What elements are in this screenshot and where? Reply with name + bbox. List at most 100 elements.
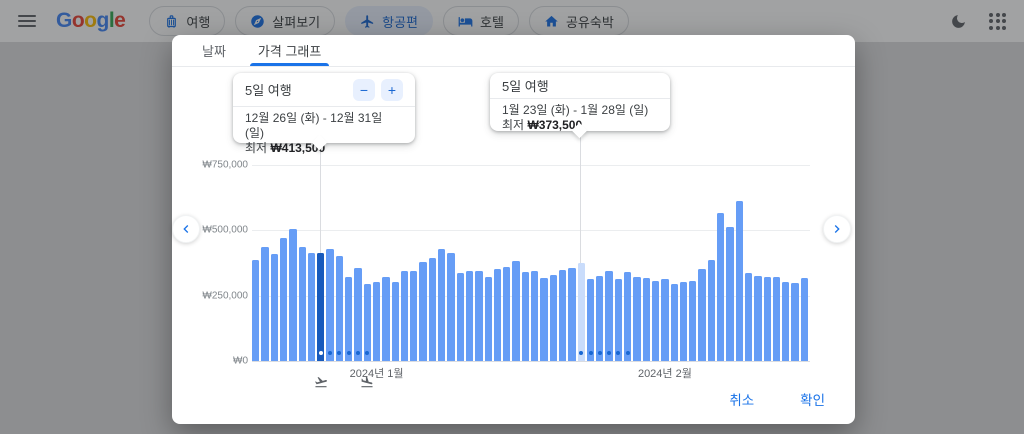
price-bar[interactable]: [289, 229, 296, 361]
price-bar[interactable]: [782, 282, 789, 361]
price-bar[interactable]: [791, 283, 798, 361]
trip-day-dot: [347, 351, 351, 355]
price-bar[interactable]: [345, 277, 352, 361]
trip-length-decrease-button[interactable]: −: [353, 79, 375, 101]
active-tab-underline: [250, 63, 329, 66]
tab-price-graph[interactable]: 가격 그래프: [256, 35, 323, 66]
price-bar[interactable]: [392, 282, 399, 361]
price-bar[interactable]: [764, 277, 771, 361]
price-bar[interactable]: [326, 249, 333, 361]
price-bar[interactable]: [280, 238, 287, 361]
price-chart-plot: [252, 165, 810, 361]
price-bar[interactable]: [559, 270, 566, 361]
price-bar[interactable]: [252, 260, 259, 361]
price-bar[interactable]: [457, 273, 464, 361]
price-bar[interactable]: [698, 269, 705, 362]
flight-landing-icon: [360, 375, 374, 389]
price-bar[interactable]: [419, 262, 426, 361]
price-bar[interactable]: [605, 271, 612, 361]
selected-trip-tooltip: 5일 여행 − + 12월 26일 (화) - 12월 31일 (일) 최저 ₩…: [233, 73, 415, 143]
price-bar[interactable]: [429, 258, 436, 361]
price-bar[interactable]: [336, 256, 343, 361]
x-axis-month-label: 2024년 1월: [350, 365, 404, 381]
price-bar[interactable]: [503, 267, 510, 361]
price-bar[interactable]: [354, 268, 361, 361]
price-bar[interactable]: [512, 261, 519, 361]
price-bar[interactable]: [624, 272, 631, 361]
chart-prev-button[interactable]: [172, 215, 200, 243]
price-bar[interactable]: [568, 268, 575, 361]
price-bar[interactable]: [382, 277, 389, 361]
price-bar[interactable]: [447, 253, 454, 361]
tab-dates[interactable]: 날짜: [200, 35, 228, 66]
price-bar[interactable]: [615, 279, 622, 361]
price-bar[interactable]: [587, 279, 594, 361]
gridline: [252, 361, 810, 362]
price-bar[interactable]: [578, 263, 585, 361]
tab-dates-label: 날짜: [202, 41, 226, 60]
confirm-button[interactable]: 확인: [784, 380, 841, 418]
price-bar[interactable]: [754, 276, 761, 361]
x-axis-month-label: 2024년 2월: [638, 365, 692, 381]
min-price-prefix: 최저: [245, 141, 267, 155]
price-bar[interactable]: [299, 247, 306, 361]
trip-length-increase-button[interactable]: +: [381, 79, 403, 101]
y-axis-tick-label: ₩250,000: [202, 290, 248, 301]
trip-length-label: 5일 여행: [502, 76, 658, 95]
y-axis-tick-label: ₩0: [233, 356, 248, 367]
price-bar[interactable]: [550, 275, 557, 361]
price-bar[interactable]: [317, 253, 324, 361]
price-bar[interactable]: [261, 247, 268, 361]
price-bar[interactable]: [410, 271, 417, 361]
chart-next-button[interactable]: [823, 215, 851, 243]
price-bar[interactable]: [401, 271, 408, 361]
tab-price-graph-label: 가격 그래프: [258, 41, 321, 60]
price-bar[interactable]: [373, 282, 380, 361]
trip-day-dot: [598, 351, 602, 355]
price-bar[interactable]: [661, 279, 668, 361]
price-bar[interactable]: [271, 254, 278, 361]
cancel-button[interactable]: 취소: [713, 380, 770, 418]
price-bar[interactable]: [522, 272, 529, 361]
price-bar[interactable]: [773, 277, 780, 361]
price-bar[interactable]: [475, 271, 482, 361]
flight-takeoff-icon: [314, 375, 328, 389]
compare-date-range: 1월 23일 (화) - 1월 28일 (일): [502, 103, 658, 118]
price-bar[interactable]: [708, 260, 715, 361]
price-bar[interactable]: [494, 269, 501, 362]
trip-day-dot: [589, 351, 593, 355]
trip-day-dot: [356, 351, 360, 355]
dialog-tabbar: 날짜 가격 그래프: [172, 35, 855, 67]
price-bar[interactable]: [801, 278, 808, 361]
price-bar[interactable]: [485, 277, 492, 361]
trip-day-dot: [319, 351, 323, 355]
price-bar[interactable]: [540, 278, 547, 361]
price-graph-dialog: 날짜 가격 그래프 ₩0₩250,000₩500,000₩750,000 202…: [172, 35, 855, 424]
price-bar[interactable]: [643, 278, 650, 361]
chevron-right-icon: [829, 221, 845, 237]
price-bar[interactable]: [689, 281, 696, 361]
price-bar[interactable]: [726, 227, 733, 361]
price-bar[interactable]: [671, 284, 678, 361]
price-bar[interactable]: [364, 284, 371, 361]
price-bar[interactable]: [633, 277, 640, 361]
price-bar[interactable]: [745, 273, 752, 361]
y-axis-tick-label: ₩500,000: [202, 225, 248, 236]
price-bar[interactable]: [736, 201, 743, 361]
price-bar[interactable]: [680, 282, 687, 361]
price-bar[interactable]: [438, 249, 445, 361]
price-bar[interactable]: [652, 281, 659, 361]
price-bar[interactable]: [531, 271, 538, 361]
price-bar[interactable]: [596, 276, 603, 361]
trip-length-label: 5일 여행: [245, 80, 347, 99]
trip-day-dot: [626, 351, 630, 355]
selected-date-range: 12월 26일 (화) - 12월 31일 (일): [245, 111, 403, 141]
chevron-left-icon: [178, 221, 194, 237]
price-bar[interactable]: [466, 271, 473, 361]
compare-trip-tooltip: 5일 여행 1월 23일 (화) - 1월 28일 (일) 최저 ₩373,50…: [490, 73, 670, 131]
price-bar[interactable]: [717, 213, 724, 361]
price-bar[interactable]: [308, 253, 315, 361]
compare-bar-connector: [580, 131, 581, 263]
dialog-footer: 취소 확인: [713, 380, 841, 418]
min-price-prefix: 최저: [502, 118, 524, 132]
